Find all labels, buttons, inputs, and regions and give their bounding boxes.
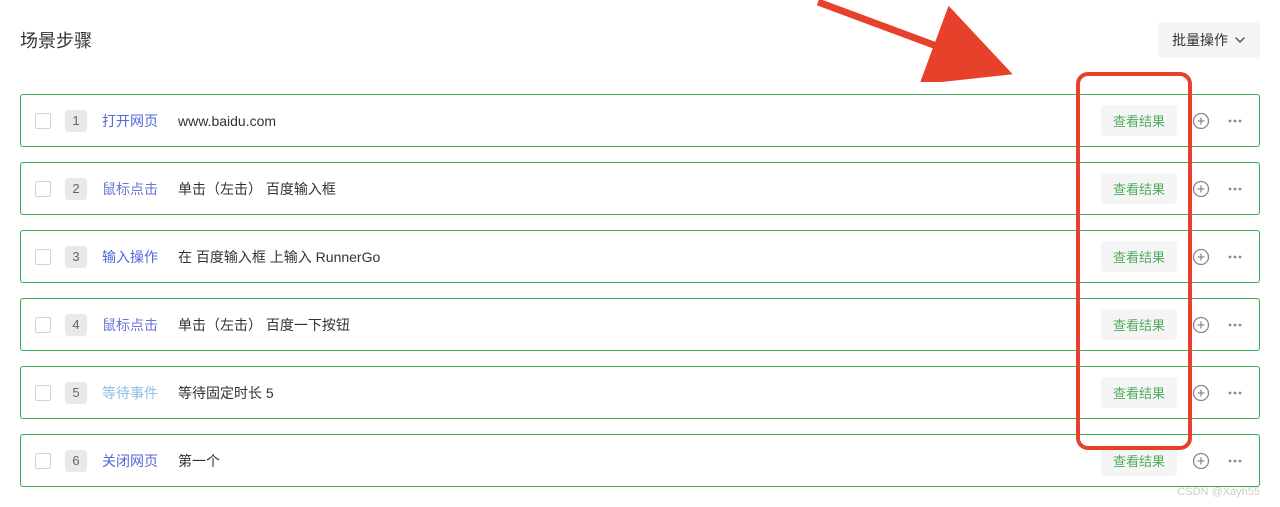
bulk-action-label: 批量操作	[1172, 30, 1228, 50]
step-type: 输入操作	[102, 247, 158, 267]
more-horizontal-icon	[1226, 180, 1244, 198]
step-actions: 查看结果	[1101, 445, 1245, 476]
more-actions-button[interactable]	[1225, 179, 1245, 199]
step-row[interactable]: 1 打开网页 www.baidu.com 查看结果	[20, 94, 1260, 147]
step-description: 在 百度输入框 上输入 RunnerGo	[178, 247, 1101, 267]
add-step-button[interactable]	[1191, 383, 1211, 403]
add-step-button[interactable]	[1191, 111, 1211, 131]
step-actions: 查看结果	[1101, 377, 1245, 408]
step-checkbox[interactable]	[35, 385, 51, 401]
step-checkbox[interactable]	[35, 453, 51, 469]
plus-circle-icon	[1192, 384, 1210, 402]
step-actions: 查看结果	[1101, 105, 1245, 136]
step-actions: 查看结果	[1101, 309, 1245, 340]
plus-circle-icon	[1192, 180, 1210, 198]
step-description: 单击（左击） 百度一下按钮	[178, 315, 1101, 335]
step-actions: 查看结果	[1101, 173, 1245, 204]
page-title: 场景步骤	[20, 27, 92, 53]
view-result-button[interactable]: 查看结果	[1101, 173, 1177, 204]
more-horizontal-icon	[1226, 452, 1244, 470]
step-number: 4	[65, 314, 87, 336]
bulk-action-button[interactable]: 批量操作	[1158, 22, 1260, 58]
view-result-button[interactable]: 查看结果	[1101, 105, 1177, 136]
more-horizontal-icon	[1226, 384, 1244, 402]
plus-circle-icon	[1192, 316, 1210, 334]
more-actions-button[interactable]	[1225, 383, 1245, 403]
step-type: 鼠标点击	[102, 315, 158, 335]
plus-circle-icon	[1192, 452, 1210, 470]
step-number: 3	[65, 246, 87, 268]
step-type: 关闭网页	[102, 451, 158, 471]
plus-circle-icon	[1192, 248, 1210, 266]
step-description: 单击（左击） 百度输入框	[178, 179, 1101, 199]
step-type: 等待事件	[102, 383, 158, 403]
add-step-button[interactable]	[1191, 315, 1211, 335]
step-checkbox[interactable]	[35, 317, 51, 333]
steps-list: 1 打开网页 www.baidu.com 查看结果 2 鼠标点击 单击（左击） …	[0, 94, 1280, 507]
plus-circle-icon	[1192, 112, 1210, 130]
step-description: 第一个	[178, 451, 1101, 471]
more-actions-button[interactable]	[1225, 315, 1245, 335]
add-step-button[interactable]	[1191, 247, 1211, 267]
step-number: 2	[65, 178, 87, 200]
step-actions: 查看结果	[1101, 241, 1245, 272]
more-actions-button[interactable]	[1225, 111, 1245, 131]
more-horizontal-icon	[1226, 112, 1244, 130]
step-row[interactable]: 2 鼠标点击 单击（左击） 百度输入框 查看结果	[20, 162, 1260, 215]
view-result-button[interactable]: 查看结果	[1101, 377, 1177, 408]
step-row[interactable]: 3 输入操作 在 百度输入框 上输入 RunnerGo 查看结果	[20, 230, 1260, 283]
page-header: 场景步骤 批量操作	[0, 0, 1280, 76]
step-number: 1	[65, 110, 87, 132]
step-checkbox[interactable]	[35, 113, 51, 129]
more-horizontal-icon	[1226, 316, 1244, 334]
view-result-button[interactable]: 查看结果	[1101, 241, 1177, 272]
watermark-text: CSDN @Xayh55	[1177, 486, 1260, 498]
view-result-button[interactable]: 查看结果	[1101, 309, 1177, 340]
step-number: 6	[65, 450, 87, 472]
add-step-button[interactable]	[1191, 179, 1211, 199]
more-actions-button[interactable]	[1225, 247, 1245, 267]
view-result-button[interactable]: 查看结果	[1101, 445, 1177, 476]
chevron-down-icon	[1234, 34, 1246, 46]
step-type: 鼠标点击	[102, 179, 158, 199]
step-checkbox[interactable]	[35, 249, 51, 265]
add-step-button[interactable]	[1191, 451, 1211, 471]
more-actions-button[interactable]	[1225, 451, 1245, 471]
step-row[interactable]: 5 等待事件 等待固定时长 5 查看结果	[20, 366, 1260, 419]
step-description: 等待固定时长 5	[178, 383, 1101, 403]
step-type: 打开网页	[102, 111, 158, 131]
more-horizontal-icon	[1226, 248, 1244, 266]
step-row[interactable]: 6 关闭网页 第一个 查看结果	[20, 434, 1260, 487]
step-row[interactable]: 4 鼠标点击 单击（左击） 百度一下按钮 查看结果	[20, 298, 1260, 351]
step-number: 5	[65, 382, 87, 404]
step-checkbox[interactable]	[35, 181, 51, 197]
step-description: www.baidu.com	[178, 113, 1101, 129]
